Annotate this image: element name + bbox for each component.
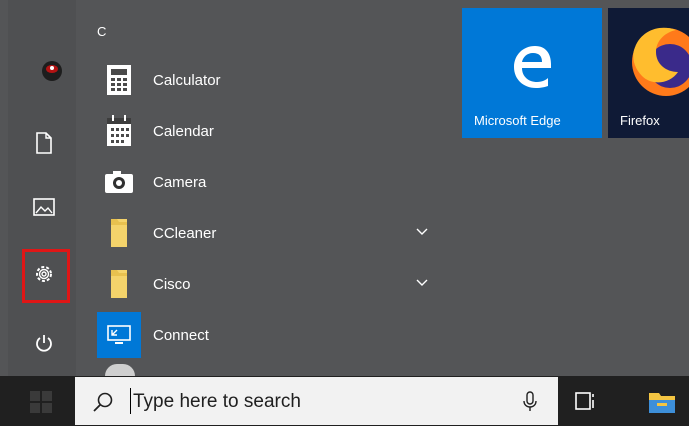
folder-icon: [97, 261, 141, 307]
connect-icon: [97, 312, 141, 358]
app-list-item-calculator[interactable]: Calculator: [97, 57, 437, 103]
folder-icon: [97, 210, 141, 256]
calendar-icon: [97, 108, 141, 154]
chevron-down-icon[interactable]: [415, 224, 429, 238]
app-list-item-calendar[interactable]: Calendar: [97, 108, 437, 154]
app-label: CCleaner: [153, 224, 217, 242]
power-icon[interactable]: [30, 329, 58, 357]
app-label: Camera: [153, 173, 207, 191]
app-list-item-ccleaner[interactable]: CCleaner: [97, 210, 437, 256]
app-label: Calculator: [153, 71, 221, 89]
tile-label: Firefox: [620, 113, 660, 128]
camera-icon: [97, 159, 141, 205]
windows-icon[interactable]: [30, 391, 52, 417]
app-list-item-connect[interactable]: Connect: [97, 312, 437, 358]
tile-firefox[interactable]: Firefox: [608, 8, 689, 138]
search-box[interactable]: Type here to search: [75, 377, 558, 425]
app-label: Calendar: [153, 122, 214, 140]
start-menu: C Calculator Calendar Camera CCleaner Ci…: [0, 0, 689, 376]
edge-icon: [514, 46, 551, 88]
partial-app-icon: [105, 364, 135, 376]
calculator-icon: [97, 57, 141, 103]
documents-icon[interactable]: [30, 129, 58, 157]
settings-highlight-box: [22, 249, 70, 303]
firefox-icon: [632, 27, 689, 96]
file-explorer-icon[interactable]: [648, 388, 676, 418]
app-list-item-camera[interactable]: Camera: [97, 159, 437, 205]
user-avatar[interactable]: [38, 57, 66, 85]
app-label: Cisco: [153, 275, 191, 293]
task-view-icon[interactable]: [573, 389, 597, 417]
start-left-rail: [8, 0, 76, 376]
search-icon: [93, 392, 113, 412]
chevron-down-icon[interactable]: [415, 275, 429, 289]
search-input[interactable]: Type here to search: [133, 391, 301, 413]
app-list-item-cisco[interactable]: Cisco: [97, 261, 437, 307]
section-letter-header[interactable]: C: [97, 24, 106, 39]
app-label: Connect: [153, 326, 209, 344]
screen: C Calculator Calendar Camera CCleaner Ci…: [0, 0, 689, 426]
pictures-icon[interactable]: [30, 193, 58, 221]
tile-label: Microsoft Edge: [474, 113, 561, 128]
microphone-icon[interactable]: [522, 391, 538, 413]
text-caret: [130, 388, 131, 414]
tile-microsoft-edge[interactable]: Microsoft Edge: [462, 8, 602, 138]
